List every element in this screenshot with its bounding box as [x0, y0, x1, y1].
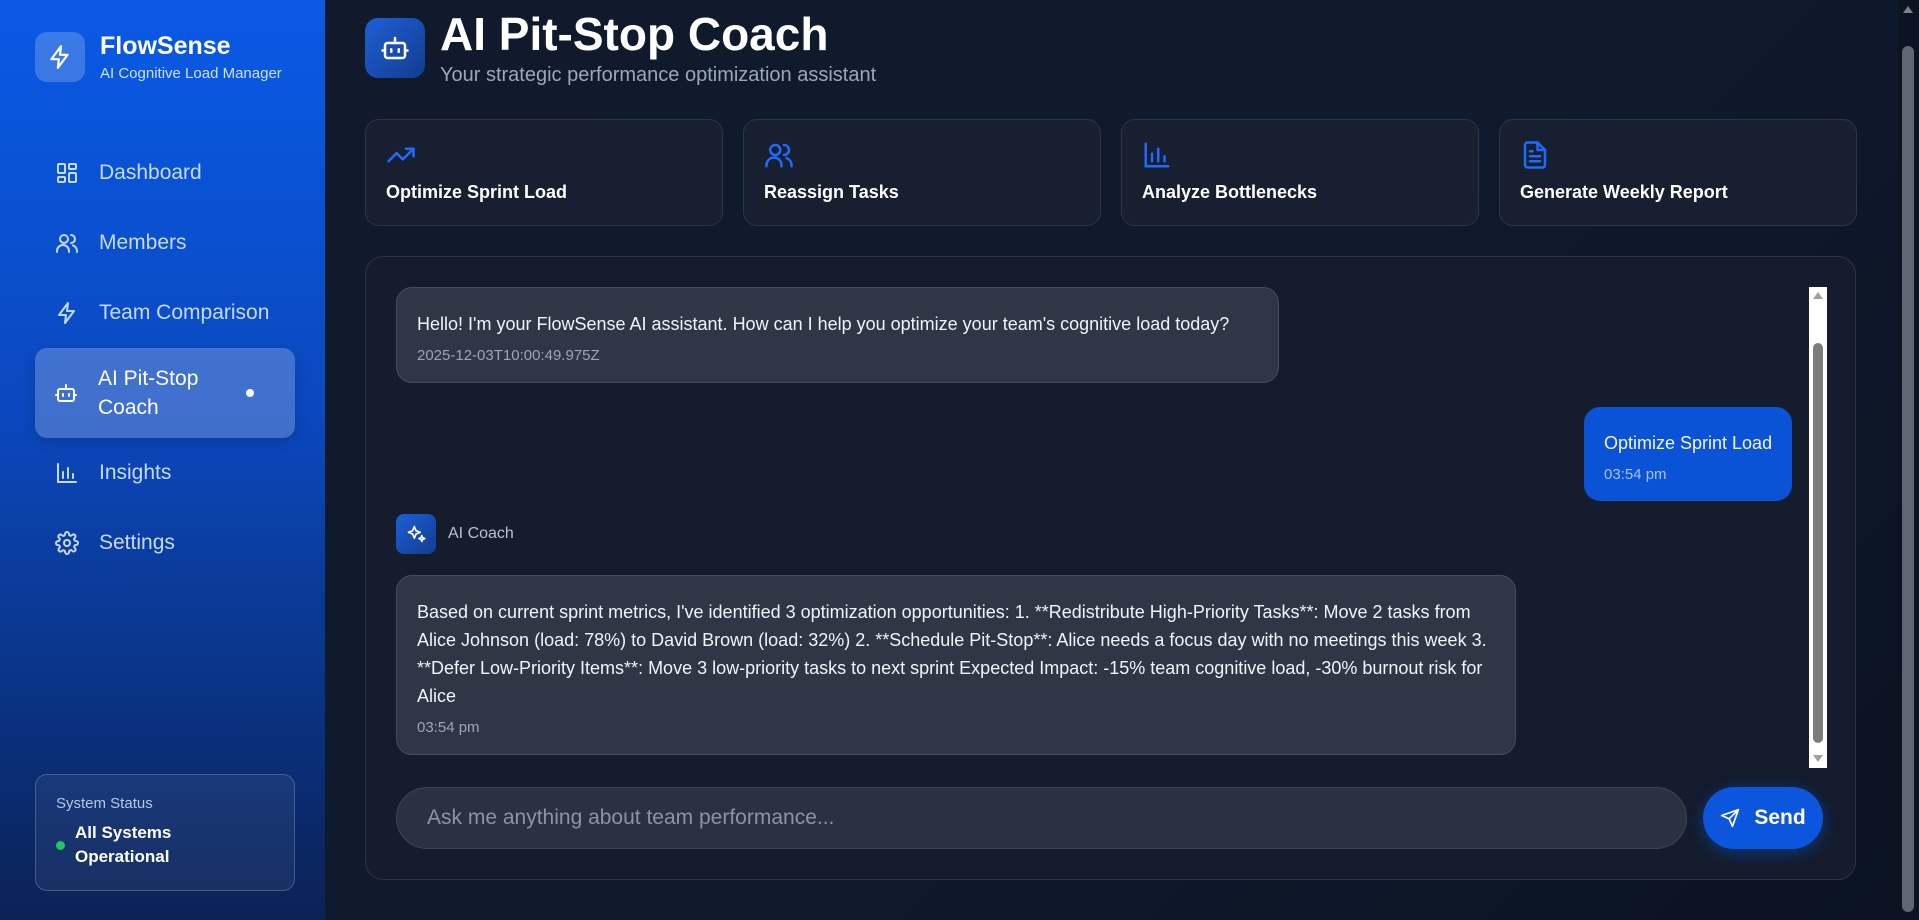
page-scroll-thumb[interactable]	[1902, 46, 1914, 912]
scroll-up-arrow-icon[interactable]	[1813, 292, 1823, 299]
sidebar-item-label: AI Pit-Stop Coach	[98, 367, 199, 419]
message-scrollbar[interactable]	[1809, 287, 1827, 768]
message-timestamp: 03:54 pm	[417, 719, 480, 736]
page-scrollbar[interactable]	[1898, 0, 1919, 920]
active-indicator	[246, 389, 254, 397]
page-header: AI Pit-Stop Coach Your strategic perform…	[365, 6, 876, 87]
sidebar-item-members[interactable]: Members	[35, 208, 295, 278]
brand-subtitle: AI Cognitive Load Manager	[100, 65, 282, 82]
quick-actions: Optimize Sprint Load Reassign Tasks Anal…	[365, 119, 1857, 226]
chat-input[interactable]	[396, 787, 1687, 849]
chat-panel: Hello! I'm your FlowSense AI assistant. …	[365, 256, 1856, 880]
app-root: FlowSense AI Cognitive Load Manager Dash…	[0, 0, 1919, 920]
brand[interactable]: FlowSense AI Cognitive Load Manager	[35, 32, 282, 82]
composer: Send	[396, 787, 1823, 849]
assistant-message: Based on current sprint metrics, I've id…	[396, 575, 1516, 755]
gear-icon	[54, 530, 80, 556]
message-list[interactable]: Hello! I'm your FlowSense AI assistant. …	[396, 287, 1800, 757]
sidebar-item-label: Dashboard	[99, 161, 202, 184]
send-label: Send	[1754, 806, 1806, 829]
sidebar-item-label: Team Comparison	[99, 301, 270, 324]
scroll-up-arrow-icon[interactable]	[1903, 6, 1913, 13]
send-icon	[1720, 808, 1740, 828]
sparkles-icon	[396, 514, 436, 554]
system-status-value: All Systems Operational	[75, 823, 172, 866]
main-content: AI Pit-Stop Coach Your strategic perform…	[325, 0, 1919, 920]
sidebar-item-label: Insights	[99, 461, 172, 484]
bar-chart-icon	[54, 460, 80, 486]
bot-icon	[365, 18, 425, 78]
bolt-icon	[35, 32, 85, 82]
dashboard-icon	[54, 160, 80, 186]
sidebar-nav: Dashboard Members Team Comparison AI Pit…	[35, 138, 295, 578]
sidebar-item-dashboard[interactable]: Dashboard	[35, 138, 295, 208]
message-text: Optimize Sprint Load	[1604, 433, 1773, 453]
generate-weekly-report-button[interactable]: Generate Weekly Report	[1499, 119, 1857, 226]
brand-name: FlowSense	[100, 32, 231, 60]
sidebar-item-ai-pit-stop-coach[interactable]: AI Pit-Stop Coach	[35, 348, 295, 438]
message-text: Hello! I'm your FlowSense AI assistant. …	[417, 314, 1230, 334]
sidebar-item-insights[interactable]: Insights	[35, 438, 295, 508]
action-label: Optimize Sprint Load	[386, 182, 568, 202]
action-label: Generate Weekly Report	[1520, 182, 1728, 202]
ai-coach-header: AI Coach	[396, 514, 514, 554]
message-text: Based on current sprint metrics, I've id…	[417, 602, 1487, 706]
optimize-sprint-load-button[interactable]: Optimize Sprint Load	[365, 119, 723, 226]
users-icon	[764, 140, 1080, 170]
system-status-label: System Status	[56, 795, 153, 812]
users-icon	[54, 230, 80, 256]
trending-up-icon	[386, 140, 702, 170]
send-button[interactable]: Send	[1703, 787, 1823, 849]
status-indicator-dot	[56, 840, 65, 850]
sidebar-item-label: Settings	[99, 531, 175, 554]
document-icon	[1520, 140, 1836, 170]
scroll-thumb[interactable]	[1813, 343, 1823, 743]
bolt-icon	[54, 300, 80, 326]
analyze-bottlenecks-button[interactable]: Analyze Bottlenecks	[1121, 119, 1479, 226]
message-timestamp: 03:54 pm	[1604, 466, 1667, 483]
page-title: AI Pit-Stop Coach	[440, 8, 829, 60]
reassign-tasks-button[interactable]: Reassign Tasks	[743, 119, 1101, 226]
action-label: Analyze Bottlenecks	[1142, 182, 1318, 202]
sender-name: AI Coach	[448, 525, 514, 542]
action-label: Reassign Tasks	[764, 182, 899, 202]
bot-icon	[53, 380, 79, 406]
sidebar-item-team-comparison[interactable]: Team Comparison	[35, 278, 295, 348]
assistant-message: Hello! I'm your FlowSense AI assistant. …	[396, 287, 1279, 383]
sidebar-item-label: Members	[99, 231, 187, 254]
scroll-down-arrow-icon[interactable]	[1813, 755, 1823, 762]
sidebar: FlowSense AI Cognitive Load Manager Dash…	[0, 0, 325, 920]
user-message: Optimize Sprint Load 03:54 pm	[1584, 407, 1793, 501]
system-status-card: System Status All Systems Operational	[35, 774, 295, 891]
message-timestamp: 2025-12-03T10:00:49.975Z	[417, 347, 600, 364]
sidebar-item-settings[interactable]: Settings	[35, 508, 295, 578]
page-subtitle: Your strategic performance optimization …	[440, 64, 877, 86]
bar-chart-icon	[1142, 140, 1458, 170]
